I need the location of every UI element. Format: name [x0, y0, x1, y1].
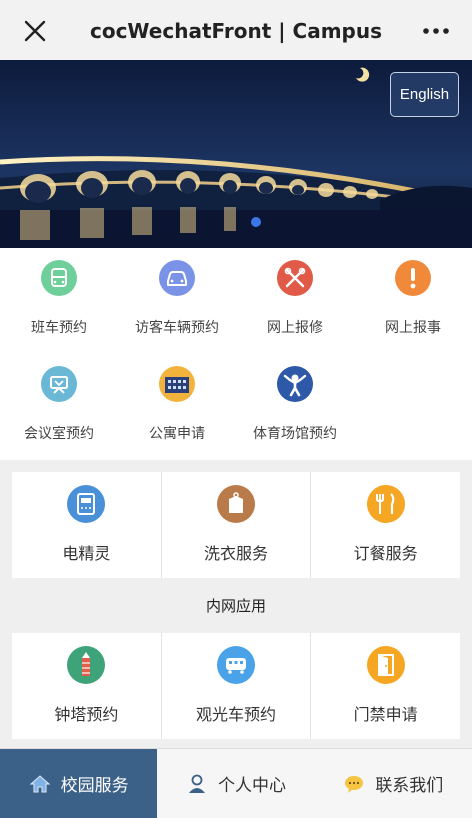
service-report[interactable]: 网上报事 [354, 248, 472, 354]
service-apartment[interactable]: 公寓申请 [118, 354, 236, 460]
service-label: 体育场馆预约 [253, 426, 337, 442]
service-meeting-room[interactable]: 会议室预约 [0, 354, 118, 460]
card-clock-tower[interactable]: 钟塔预约 [12, 633, 161, 739]
card-label: 观光车预约 [196, 705, 277, 724]
card-label: 电精灵 [62, 544, 111, 563]
card-access-control[interactable]: 门禁申请 [311, 633, 461, 739]
title-bar: cocWechatFront | Campus [0, 0, 472, 60]
tab-personal-center[interactable]: 个人中心 [157, 749, 314, 818]
bus-icon [41, 260, 77, 296]
door-icon [366, 646, 405, 684]
bottom-tab-bar: 校园服务 个人中心 联系我们 [0, 748, 472, 818]
more-icon[interactable] [422, 20, 450, 42]
intranet-apps-row: 钟塔预约 观光车预约 门禁申请 [12, 633, 461, 739]
banner-carousel[interactable]: English [0, 60, 472, 248]
tab-label: 校园服务 [60, 776, 129, 796]
service-gym-booking[interactable]: 体育场馆预约 [236, 354, 354, 460]
alert-icon [395, 260, 431, 296]
tab-label: 联系我们 [375, 776, 444, 796]
tab-label: 个人中心 [217, 776, 286, 796]
service-visitor-car[interactable]: 访客车辆预约 [118, 248, 236, 354]
life-services-row: 电精灵 洗衣服务 订餐服务 [12, 472, 461, 578]
laundry-icon [217, 485, 255, 523]
apartment-icon [159, 366, 195, 402]
card-electric[interactable]: 电精灵 [12, 472, 161, 578]
page-title: cocWechatFront | Campus [89, 19, 382, 43]
intranet-section-title: 内网应用 [205, 597, 266, 615]
gym-icon [277, 366, 313, 402]
card-label: 钟塔预约 [54, 705, 119, 724]
campus-services-grid: 班车预约 访客车辆预约 网上报修 网上报事 会议室预约 公寓申请 体育场馆预约 [0, 248, 472, 460]
tab-contact-us[interactable]: 联系我们 [315, 749, 472, 818]
service-repair[interactable]: 网上报修 [236, 248, 354, 354]
sightseeing-bus-icon [217, 646, 255, 684]
card-label: 门禁申请 [353, 705, 418, 724]
service-bus-booking[interactable]: 班车预约 [0, 248, 118, 354]
service-label: 网上报事 [385, 320, 441, 336]
card-laundry[interactable]: 洗衣服务 [161, 472, 311, 578]
meter-icon [67, 485, 106, 523]
tools-icon [277, 260, 313, 296]
car-icon [159, 260, 195, 296]
card-sightseeing-bus[interactable]: 观光车预约 [161, 633, 311, 739]
carousel-indicator[interactable] [251, 217, 261, 227]
english-button[interactable]: English [390, 72, 459, 117]
card-label: 洗衣服务 [204, 544, 269, 563]
dining-icon [366, 485, 405, 523]
card-dining[interactable]: 订餐服务 [311, 472, 461, 578]
tower-icon [67, 646, 106, 684]
meeting-icon [41, 366, 77, 402]
card-label: 订餐服务 [353, 544, 418, 563]
user-icon [188, 774, 205, 793]
chat-icon [345, 775, 364, 793]
home-icon [29, 774, 50, 792]
tab-campus-services[interactable]: 校园服务 [0, 749, 158, 818]
close-icon[interactable] [22, 18, 48, 44]
